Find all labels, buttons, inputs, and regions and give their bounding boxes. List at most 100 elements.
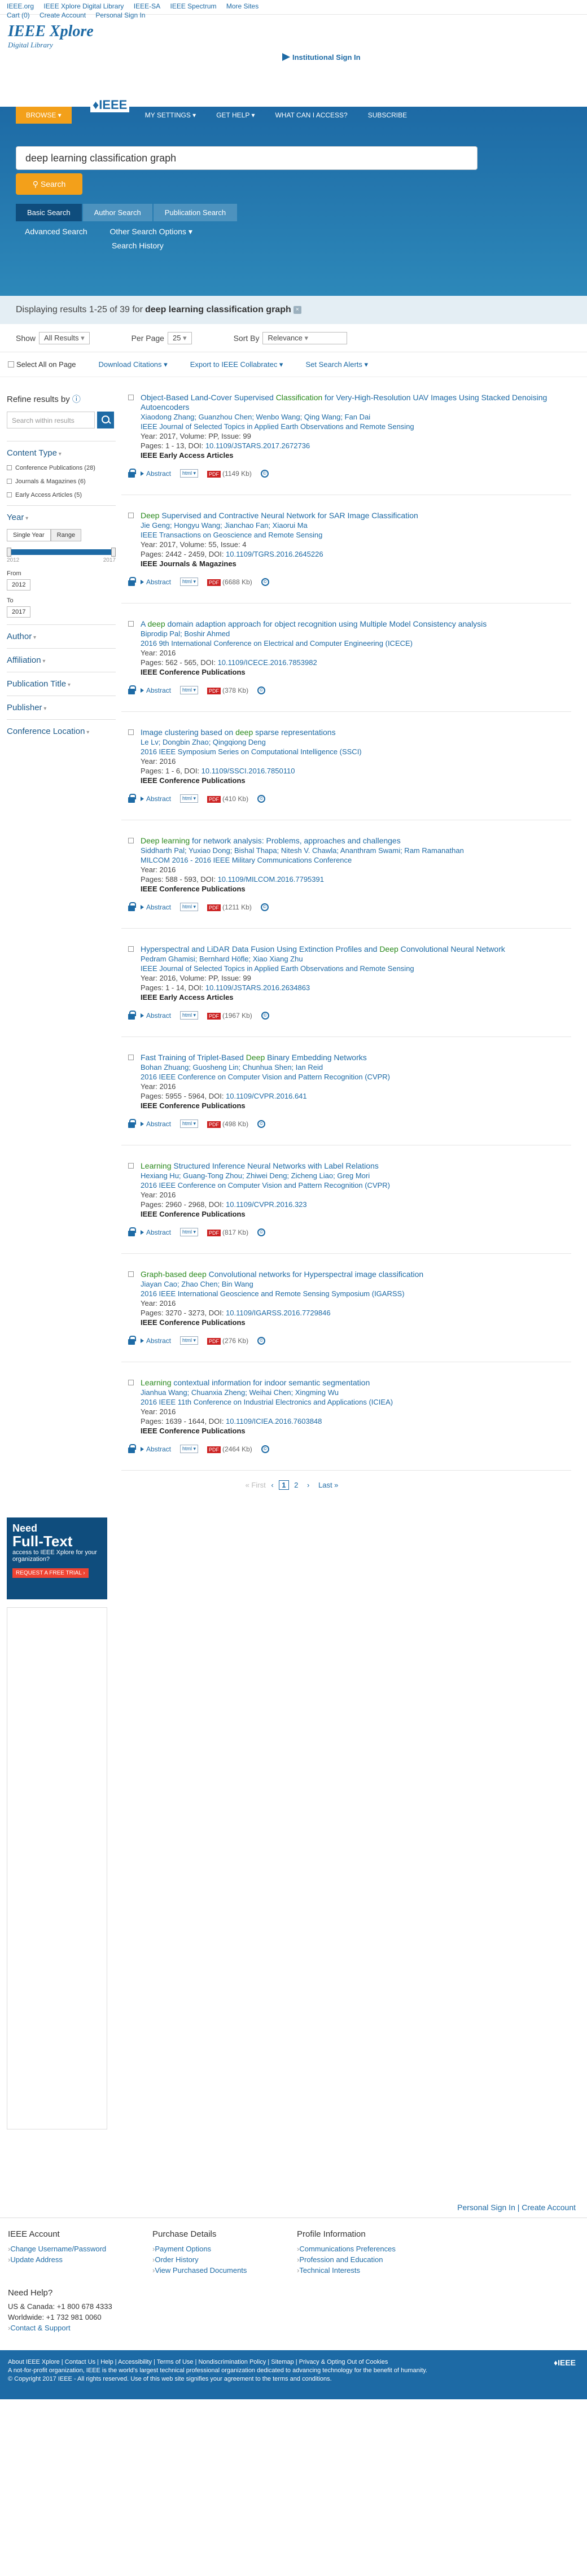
- search-alerts-menu[interactable]: Set Search Alerts ▾: [305, 360, 368, 369]
- result-authors[interactable]: Le Lv; Dongbin Zhao; Qingqiong Deng: [141, 737, 571, 747]
- html-link[interactable]: html ▾: [180, 794, 199, 803]
- nav-get-help[interactable]: GET HELP ▾: [216, 111, 255, 119]
- result-title[interactable]: Fast Training of Triplet-Based Deep Bina…: [141, 1053, 571, 1062]
- result-title[interactable]: Object-Based Land-Cover Supervised Class…: [141, 393, 571, 412]
- result-doi-link[interactable]: 10.1109/IGARSS.2016.7729846: [226, 1309, 331, 1317]
- citation-icon[interactable]: ©: [260, 469, 269, 478]
- range-option[interactable]: Range: [50, 529, 82, 541]
- html-link[interactable]: html ▾: [180, 1228, 199, 1236]
- result-title[interactable]: Hyperspectral and LiDAR Data Fusion Usin…: [141, 944, 571, 954]
- ieee-logo[interactable]: ♦IEEE: [90, 98, 130, 112]
- xplore-logo[interactable]: IEEE Xplore Digital Library: [8, 24, 579, 52]
- search-history-link[interactable]: Search History: [16, 241, 571, 250]
- slider-handle-min[interactable]: [7, 548, 11, 557]
- filter-checkbox[interactable]: [7, 492, 12, 497]
- pdf-link[interactable]: PDF (410 Kb): [207, 795, 248, 803]
- year-range-slider[interactable]: [7, 548, 116, 557]
- html-link[interactable]: html ▾: [180, 903, 199, 911]
- result-authors[interactable]: Jiayan Cao; Zhao Chen; Bin Wang: [141, 1279, 571, 1289]
- result-authors[interactable]: Pedram Ghamisi; Bernhard Höfle; Xiao Xia…: [141, 954, 571, 964]
- abstract-toggle[interactable]: Abstract: [141, 470, 171, 478]
- html-link[interactable]: html ▾: [180, 1445, 199, 1453]
- fulltext-ad[interactable]: Need Full-Text access to IEEE Xplore for…: [7, 1517, 107, 1599]
- result-authors[interactable]: Jie Geng; Hongyu Wang; Jianchao Fan; Xia…: [141, 521, 571, 530]
- result-checkbox[interactable]: [128, 1055, 134, 1060]
- result-title[interactable]: Learning contextual information for indo…: [141, 1378, 571, 1388]
- html-link[interactable]: html ▾: [180, 1336, 199, 1345]
- result-publication[interactable]: IEEE Journal of Selected Topics in Appli…: [141, 964, 571, 973]
- footer-link[interactable]: Order History: [152, 2254, 297, 2265]
- tab-basic-search[interactable]: Basic Search: [16, 204, 82, 221]
- author-heading[interactable]: Author: [7, 632, 116, 641]
- nav-what-can-i-access[interactable]: WHAT CAN I ACCESS?: [275, 111, 347, 119]
- filter-option[interactable]: Conference Publications (28): [7, 465, 116, 471]
- link-spectrum[interactable]: IEEE Spectrum: [170, 2, 216, 10]
- result-doi-link[interactable]: 10.1109/JSTARS.2017.2672736: [205, 441, 310, 450]
- html-link[interactable]: html ▾: [180, 686, 199, 694]
- result-publication[interactable]: IEEE Journal of Selected Topics in Appli…: [141, 422, 571, 431]
- html-link[interactable]: html ▾: [180, 469, 199, 478]
- search-input[interactable]: deep learning classification graph: [16, 146, 478, 170]
- link-more-sites[interactable]: More Sites: [226, 2, 259, 10]
- result-publication[interactable]: MILCOM 2016 - 2016 IEEE Military Communi…: [141, 855, 571, 865]
- result-authors[interactable]: Bohan Zhuang; Guosheng Lin; Chunhua Shen…: [141, 1062, 571, 1072]
- result-publication[interactable]: 2016 IEEE Conference on Computer Vision …: [141, 1180, 571, 1190]
- sort-by-select[interactable]: Relevance: [262, 331, 348, 344]
- footer-link[interactable]: Communications Preferences: [297, 2243, 441, 2254]
- year-heading[interactable]: Year: [7, 513, 116, 522]
- tab-author-search[interactable]: Author Search: [82, 204, 152, 221]
- result-authors[interactable]: Jianhua Wang; Chuanxia Zheng; Weihai Che…: [141, 1388, 571, 1397]
- browse-menu[interactable]: BROWSE ▾: [16, 107, 72, 124]
- year-to-input[interactable]: 2017: [7, 606, 31, 618]
- search-button[interactable]: ⚲ Search: [16, 173, 82, 195]
- select-all-control[interactable]: Select All on Page: [8, 360, 76, 369]
- export-collabratec-menu[interactable]: Export to IEEE Collabratec ▾: [190, 360, 283, 369]
- pager-first[interactable]: « First: [246, 1481, 266, 1489]
- pdf-link[interactable]: PDF (378 Kb): [207, 686, 248, 694]
- pdf-link[interactable]: PDF (1149 Kb): [207, 470, 252, 478]
- result-doi-link[interactable]: 10.1109/JSTARS.2016.2634863: [205, 983, 310, 992]
- pager-last[interactable]: Last »: [318, 1481, 338, 1489]
- result-publication[interactable]: 2016 IEEE 11th Conference on Industrial …: [141, 1397, 571, 1407]
- pdf-link[interactable]: PDF (1967 Kb): [207, 1012, 252, 1020]
- footer-signin-links[interactable]: Personal Sign In | Create Account: [0, 2192, 587, 2218]
- affiliation-heading[interactable]: Affiliation: [7, 655, 116, 665]
- result-doi-link[interactable]: 10.1109/TGRS.2016.2645226: [226, 550, 323, 558]
- result-doi-link[interactable]: 10.1109/MILCOM.2016.7795391: [218, 875, 324, 884]
- citation-icon[interactable]: ©: [257, 686, 266, 694]
- publication-title-heading[interactable]: Publication Title: [7, 679, 116, 689]
- abstract-toggle[interactable]: Abstract: [141, 795, 171, 803]
- result-checkbox[interactable]: [128, 729, 134, 735]
- result-doi-link[interactable]: 10.1109/CVPR.2016.641: [226, 1092, 307, 1100]
- pdf-link[interactable]: PDF (276 Kb): [207, 1337, 248, 1345]
- citation-icon[interactable]: ©: [261, 578, 269, 586]
- link-ieee-sa[interactable]: IEEE-SA: [134, 2, 160, 10]
- help-icon[interactable]: ⓘ: [72, 395, 81, 404]
- result-checkbox[interactable]: [128, 395, 134, 400]
- result-checkbox[interactable]: [128, 513, 134, 518]
- result-checkbox[interactable]: [128, 838, 134, 843]
- filter-option[interactable]: Journals & Magazines (6): [7, 478, 116, 485]
- citation-icon[interactable]: ©: [260, 903, 269, 911]
- citation-icon[interactable]: ©: [261, 1445, 269, 1453]
- conference-location-heading[interactable]: Conference Location: [7, 727, 116, 736]
- link-xplore[interactable]: IEEE Xplore Digital Library: [43, 2, 124, 10]
- abstract-toggle[interactable]: Abstract: [141, 1337, 171, 1345]
- footer-link[interactable]: Update Address: [8, 2254, 152, 2265]
- pager-page-2[interactable]: 2: [294, 1481, 298, 1489]
- html-link[interactable]: html ▾: [180, 1011, 199, 1020]
- abstract-toggle[interactable]: Abstract: [141, 1012, 171, 1020]
- result-doi-link[interactable]: 10.1109/SSCI.2016.7850110: [201, 767, 295, 775]
- pdf-link[interactable]: PDF (498 Kb): [207, 1120, 248, 1128]
- result-authors[interactable]: Hexiang Hu; Guang-Tong Zhou; Zhiwei Deng…: [141, 1171, 571, 1180]
- abstract-toggle[interactable]: Abstract: [141, 578, 171, 586]
- result-checkbox[interactable]: [128, 1380, 134, 1385]
- footer-bottom-links[interactable]: About IEEE Xplore | Contact Us | Help | …: [8, 2358, 579, 2367]
- result-doi-link[interactable]: 10.1109/ICIEA.2016.7603848: [226, 1417, 322, 1425]
- footer-ieee-logo[interactable]: ♦IEEE: [554, 2358, 576, 2367]
- abstract-toggle[interactable]: Abstract: [141, 686, 171, 694]
- clear-query-icon[interactable]: ×: [293, 306, 301, 314]
- abstract-toggle[interactable]: Abstract: [141, 903, 171, 911]
- pdf-link[interactable]: PDF (6688 Kb): [207, 578, 252, 586]
- footer-link[interactable]: Payment Options: [152, 2243, 297, 2254]
